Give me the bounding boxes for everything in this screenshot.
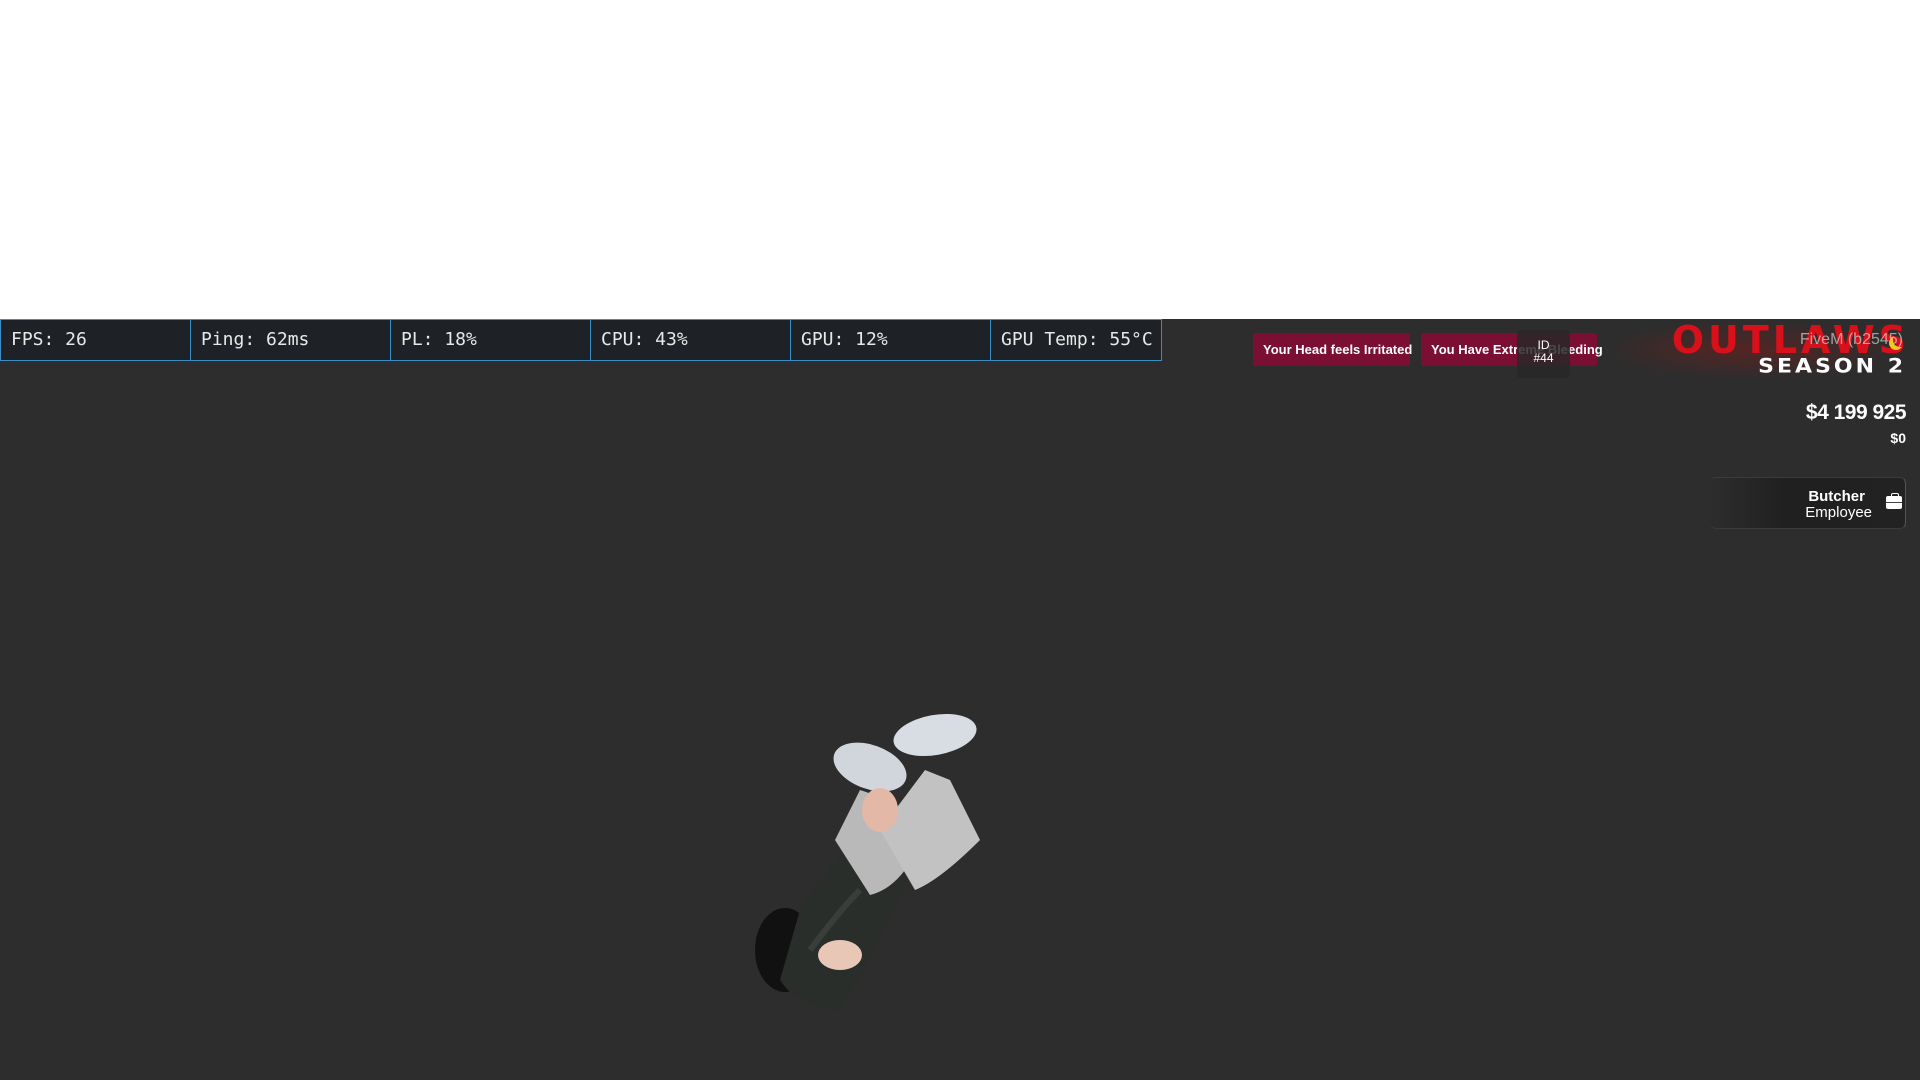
game-viewport bbox=[0, 319, 1920, 1080]
cpu-counter: CPU: 43% bbox=[591, 320, 791, 360]
job-card: Butcher Employee bbox=[1710, 477, 1906, 529]
packet-loss-counter: PL: 18% bbox=[391, 320, 591, 360]
job-grade: Employee bbox=[1805, 504, 1872, 521]
cash-balance: $4 199 925 bbox=[1805, 401, 1907, 424]
status-notification-bleeding: You Have Extreme Bleeding bbox=[1421, 333, 1603, 366]
server-logo-season: SEASON 2 bbox=[1758, 355, 1906, 378]
briefcase-icon bbox=[1886, 493, 1902, 509]
performance-bar: FPS: 26 Ping: 62ms PL: 18% CPU: 43% GPU:… bbox=[0, 319, 1162, 361]
fivem-build-label: FiveM (b2545) bbox=[1799, 331, 1903, 348]
fps-counter: FPS: 26 bbox=[1, 320, 191, 360]
gpu-counter: GPU: 12% bbox=[791, 320, 991, 360]
player-id-badge: ID #44 bbox=[1517, 330, 1570, 378]
job-title: Butcher bbox=[1808, 488, 1865, 505]
gpu-temp-counter: GPU Temp: 55°C bbox=[1001, 329, 1153, 350]
moon-icon bbox=[1893, 333, 1907, 347]
blank-top-area bbox=[0, 0, 1920, 319]
player-character bbox=[755, 713, 980, 1010]
status-notification-head: Your Head feels Irritated bbox=[1253, 333, 1412, 366]
ping-counter: Ping: 62ms bbox=[191, 320, 391, 360]
bank-balance: $0 bbox=[1890, 430, 1906, 446]
player-id-value: #44 bbox=[1533, 351, 1554, 365]
